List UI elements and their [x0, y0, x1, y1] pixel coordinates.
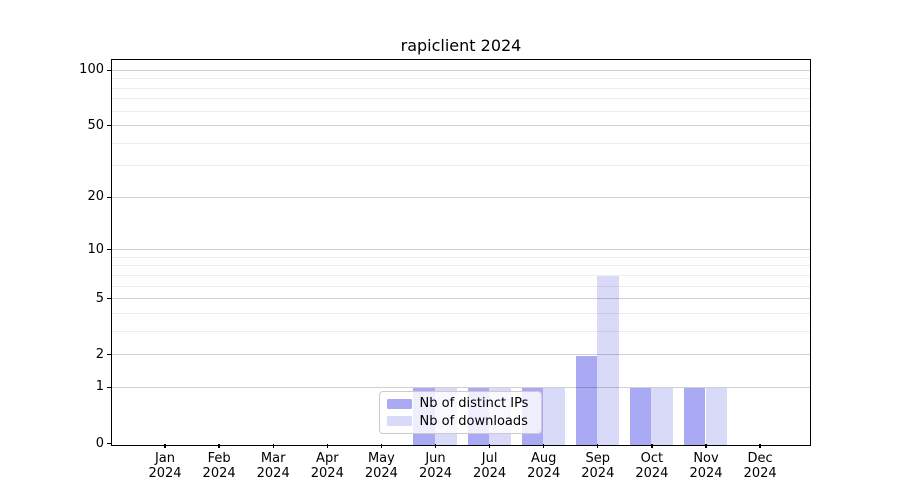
gridline-major	[112, 298, 810, 299]
y-axis-tick	[107, 197, 112, 198]
x-axis-tick	[435, 444, 436, 449]
gridline-minor	[112, 286, 810, 287]
x-tick-label: Aug2024	[516, 451, 572, 482]
year-label: 2024	[408, 466, 464, 482]
month-label: Jun	[408, 451, 464, 467]
y-axis-tick	[107, 298, 112, 299]
x-axis-tick	[759, 444, 760, 449]
legend: Nb of distinct IPs Nb of downloads	[379, 391, 542, 434]
year-label: 2024	[462, 466, 518, 482]
grid-layer	[112, 60, 810, 445]
x-tick-label: Oct2024	[624, 451, 680, 482]
gridline-minor	[112, 165, 810, 166]
y-axis-tick	[107, 70, 112, 71]
gridline-minor	[112, 143, 810, 144]
legend-label: Nb of downloads	[420, 414, 528, 429]
x-axis-tick	[164, 444, 165, 449]
gridline-major	[112, 387, 810, 388]
legend-label: Nb of distinct IPs	[420, 396, 529, 411]
legend-row: Nb of downloads	[387, 414, 534, 429]
x-axis-tick	[651, 444, 652, 449]
gridline-major	[112, 249, 810, 250]
gridline-minor	[112, 98, 810, 99]
y-tick-label: 50	[60, 118, 104, 134]
x-tick-label: Mar2024	[245, 451, 301, 482]
x-axis-tick	[218, 444, 219, 449]
month-label: May	[353, 451, 409, 467]
gridline-minor	[112, 331, 810, 332]
gridline-major	[112, 125, 810, 126]
gridline-minor	[112, 88, 810, 89]
x-tick-label: Apr2024	[299, 451, 355, 482]
x-axis-tick	[381, 444, 382, 449]
gridline-minor	[112, 257, 810, 258]
gridline-minor	[112, 111, 810, 112]
y-axis-tick	[107, 443, 112, 444]
gridline-minor	[112, 313, 810, 314]
y-axis-tick	[107, 354, 112, 355]
x-axis-tick	[543, 444, 544, 449]
year-label: 2024	[245, 466, 301, 482]
x-tick-label: Jan2024	[137, 451, 193, 482]
month-label: Mar	[245, 451, 301, 467]
month-label: Nov	[678, 451, 734, 467]
month-label: Feb	[191, 451, 247, 467]
legend-swatch-distinct-ips	[387, 399, 412, 409]
x-tick-label: Jul2024	[462, 451, 518, 482]
gridline-minor	[112, 265, 810, 266]
y-tick-label: 2	[60, 347, 104, 363]
x-axis-tick	[489, 444, 490, 449]
x-tick-label: Nov2024	[678, 451, 734, 482]
x-tick-label: Jun2024	[408, 451, 464, 482]
x-tick-label: May2024	[353, 451, 409, 482]
month-label: Jan	[137, 451, 193, 467]
month-label: Oct	[624, 451, 680, 467]
year-label: 2024	[353, 466, 409, 482]
year-label: 2024	[516, 466, 572, 482]
x-tick-label: Sep2024	[570, 451, 626, 482]
y-tick-label: 100	[60, 62, 104, 78]
figure: rapiclient 2024 0125102050100Jan2024Feb2…	[0, 0, 900, 500]
x-axis-tick	[273, 444, 274, 449]
gridline-major	[112, 70, 810, 71]
legend-swatch-downloads	[387, 416, 412, 426]
x-axis-tick	[705, 444, 706, 449]
y-tick-label: 10	[60, 242, 104, 258]
gridline-major	[112, 197, 810, 198]
y-tick-label: 5	[60, 291, 104, 307]
gridline-minor	[112, 275, 810, 276]
year-label: 2024	[137, 466, 193, 482]
x-axis-tick	[327, 444, 328, 449]
x-tick-label: Dec2024	[732, 451, 788, 482]
y-tick-label: 20	[60, 189, 104, 205]
y-tick-label: 0	[60, 436, 104, 452]
month-label: Jul	[462, 451, 518, 467]
x-tick-label: Feb2024	[191, 451, 247, 482]
year-label: 2024	[299, 466, 355, 482]
legend-row: Nb of distinct IPs	[387, 396, 534, 411]
year-label: 2024	[624, 466, 680, 482]
year-label: 2024	[678, 466, 734, 482]
gridline-major	[112, 354, 810, 355]
y-tick-label: 1	[60, 379, 104, 395]
y-axis-tick	[107, 125, 112, 126]
year-label: 2024	[191, 466, 247, 482]
x-axis-tick	[597, 444, 598, 449]
gridline-minor	[112, 78, 810, 79]
month-label: Dec	[732, 451, 788, 467]
chart-title: rapiclient 2024	[112, 36, 810, 55]
plot-area	[111, 59, 811, 446]
y-axis-tick	[107, 387, 112, 388]
year-label: 2024	[570, 466, 626, 482]
year-label: 2024	[732, 466, 788, 482]
month-label: Apr	[299, 451, 355, 467]
month-label: Aug	[516, 451, 572, 467]
y-axis-tick	[107, 249, 112, 250]
month-label: Sep	[570, 451, 626, 467]
